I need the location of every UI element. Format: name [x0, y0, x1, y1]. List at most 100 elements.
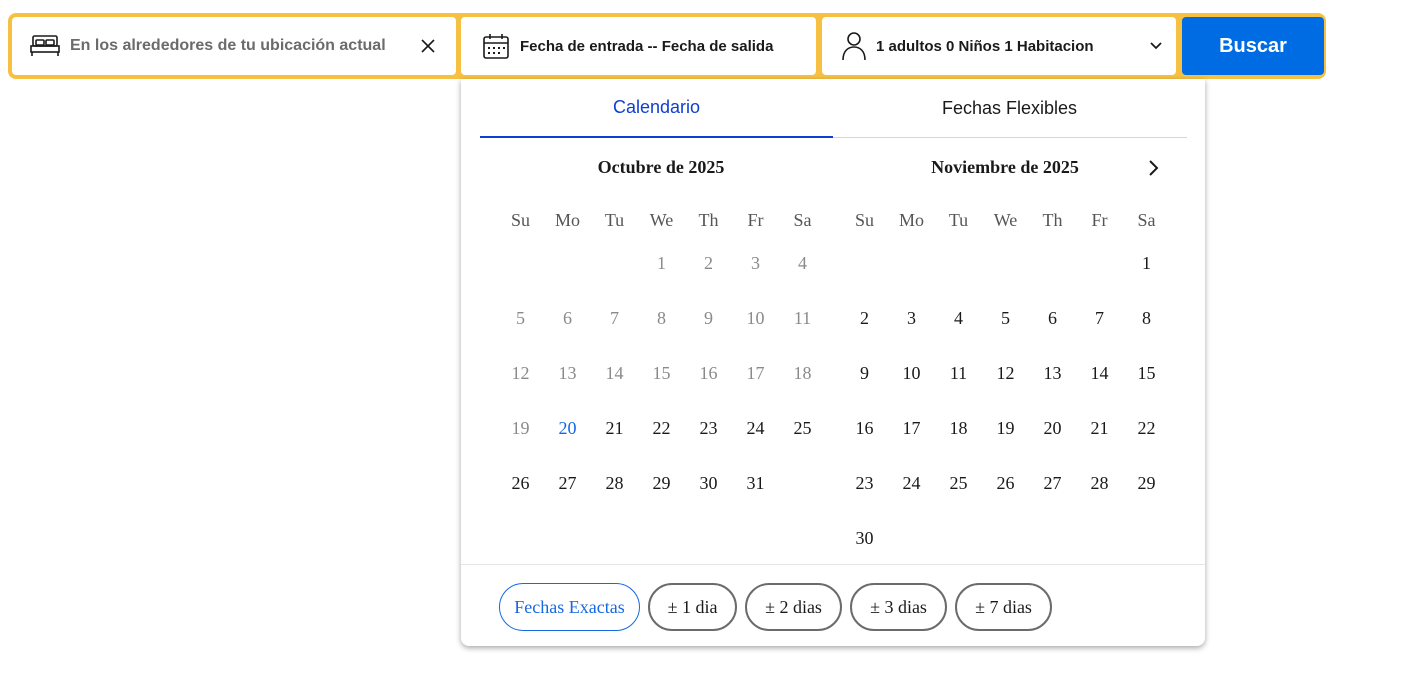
person-icon — [842, 31, 866, 61]
destination-field[interactable]: En los alrededores de tu ubicación actua… — [12, 17, 456, 75]
chevron-down-icon[interactable] — [1146, 36, 1166, 56]
day-cell[interactable]: 22 — [638, 401, 685, 456]
day-cell[interactable]: 4 — [935, 291, 982, 346]
day-cell[interactable]: 17 — [888, 401, 935, 456]
weekday-label: Fr — [747, 209, 764, 230]
day-cell[interactable]: 2 — [841, 291, 888, 346]
day-cell[interactable]: 28 — [591, 456, 638, 511]
day-cell-disabled: 14 — [605, 363, 624, 383]
empty-day-cell — [935, 236, 982, 291]
tab-calendario[interactable]: Calendario — [480, 79, 833, 138]
chip-2-dias[interactable]: ± 2 dias — [745, 583, 842, 631]
close-icon[interactable] — [418, 36, 438, 56]
day-cell[interactable]: 29 — [638, 456, 685, 511]
day-cell-disabled: 9 — [704, 308, 713, 328]
day-cell[interactable]: 27 — [1029, 456, 1076, 511]
day-cell[interactable]: 12 — [982, 346, 1029, 401]
weekday-header: Su Mo Tu We Th Fr Sa — [841, 204, 1171, 236]
search-bar: En los alrededores de tu ubicación actua… — [8, 13, 1326, 79]
weekday-label: Tu — [948, 209, 969, 230]
empty-day-cell — [982, 511, 1029, 566]
day-cell[interactable]: 13 — [1029, 346, 1076, 401]
day-cell[interactable]: 10 — [888, 346, 935, 401]
day-cell-disabled: 8 — [657, 308, 666, 328]
day-cell[interactable]: 27 — [544, 456, 591, 511]
day-cell[interactable]: 14 — [1076, 346, 1123, 401]
day-cell[interactable]: 8 — [1123, 291, 1170, 346]
week-row: 9 10 11 12 13 14 15 — [841, 346, 1171, 401]
day-cell-disabled: 19 — [511, 418, 530, 438]
chip-3-dias[interactable]: ± 3 dias — [850, 583, 947, 631]
month-title-november: Noviembre de 2025 — [931, 157, 1079, 177]
empty-day-cell — [1029, 236, 1076, 291]
week-row: 26 27 28 29 30 31 — [497, 456, 827, 511]
day-cell-disabled: 13 — [558, 363, 577, 383]
weekday-label: Mo — [554, 209, 580, 230]
tab-fechas-flexibles[interactable]: Fechas Flexibles — [833, 79, 1186, 137]
weekday-label: Su — [510, 209, 530, 230]
date-picker-panel: Calendario Fechas Flexibles Octubre de 2… — [461, 79, 1205, 646]
day-cell[interactable]: 25 — [935, 456, 982, 511]
empty-day-cell — [779, 456, 826, 511]
day-cell-disabled: 15 — [652, 363, 671, 383]
empty-day-cell — [497, 236, 544, 291]
week-row: 30 — [841, 511, 1171, 566]
dates-value[interactable]: Fecha de entrada -- Fecha de salida — [520, 38, 773, 55]
day-cell[interactable]: 23 — [841, 456, 888, 511]
weekday-label: Su — [854, 209, 874, 230]
day-cell[interactable]: 24 — [888, 456, 935, 511]
weekday-label: Sa — [793, 209, 812, 230]
day-cell[interactable]: 25 — [779, 401, 826, 456]
empty-day-cell — [1029, 511, 1076, 566]
day-cell[interactable]: 11 — [935, 346, 982, 401]
day-cell-disabled: 1 — [657, 253, 666, 273]
day-cell[interactable]: 5 — [982, 291, 1029, 346]
day-cell[interactable]: 18 — [935, 401, 982, 456]
guests-value[interactable]: 1 adultos 0 Niños 1 Habitacion — [876, 38, 1094, 55]
day-cell[interactable]: 21 — [1076, 401, 1123, 456]
week-row: 1 — [841, 236, 1171, 291]
day-cell-disabled: 4 — [798, 253, 807, 273]
day-cell[interactable]: 19 — [982, 401, 1029, 456]
chip-1-dia[interactable]: ± 1 dia — [648, 583, 737, 631]
bed-icon — [30, 34, 60, 58]
day-cell[interactable]: 16 — [841, 401, 888, 456]
day-cell[interactable]: 26 — [982, 456, 1029, 511]
empty-day-cell — [841, 236, 888, 291]
day-cell[interactable]: 22 — [1123, 401, 1170, 456]
day-cell-disabled: 10 — [746, 308, 765, 328]
chip-fechas-exactas[interactable]: Fechas Exactas — [499, 583, 640, 631]
empty-day-cell — [544, 236, 591, 291]
day-cell[interactable]: 7 — [1076, 291, 1123, 346]
destination-input[interactable]: En los alrededores de tu ubicación actua… — [70, 37, 386, 55]
day-cell-disabled: 6 — [563, 308, 572, 328]
day-cell[interactable]: 3 — [888, 291, 935, 346]
day-cell[interactable]: 1 — [1123, 236, 1170, 291]
day-cell[interactable]: 21 — [591, 401, 638, 456]
day-cell[interactable]: 28 — [1076, 456, 1123, 511]
day-cell[interactable]: 6 — [1029, 291, 1076, 346]
day-cell[interactable]: 30 — [685, 456, 732, 511]
chip-7-dias[interactable]: ± 7 dias — [955, 583, 1052, 631]
day-cell[interactable]: 23 — [685, 401, 732, 456]
day-cell[interactable]: 29 — [1123, 456, 1170, 511]
day-cell[interactable]: 30 — [841, 511, 888, 566]
weekday-label: We — [649, 209, 674, 230]
day-cell[interactable]: 26 — [497, 456, 544, 511]
empty-day-cell — [591, 236, 638, 291]
day-cell-disabled: 12 — [511, 363, 530, 383]
empty-day-cell — [935, 511, 982, 566]
day-cell[interactable]: 31 — [732, 456, 779, 511]
empty-day-cell — [1076, 511, 1123, 566]
chevron-right-icon[interactable] — [1141, 156, 1165, 180]
search-button[interactable]: Buscar — [1182, 17, 1324, 75]
dates-field[interactable]: Fecha de entrada -- Fecha de salida — [461, 17, 816, 75]
guests-field[interactable]: 1 adultos 0 Niños 1 Habitacion — [822, 17, 1176, 75]
day-cell[interactable]: 15 — [1123, 346, 1170, 401]
day-cell-today[interactable]: 20 — [544, 401, 591, 456]
month-title-october: Octubre de 2025 — [597, 157, 725, 177]
date-picker-tabs: Calendario Fechas Flexibles — [480, 79, 1187, 138]
day-cell[interactable]: 9 — [841, 346, 888, 401]
day-cell[interactable]: 24 — [732, 401, 779, 456]
day-cell[interactable]: 20 — [1029, 401, 1076, 456]
